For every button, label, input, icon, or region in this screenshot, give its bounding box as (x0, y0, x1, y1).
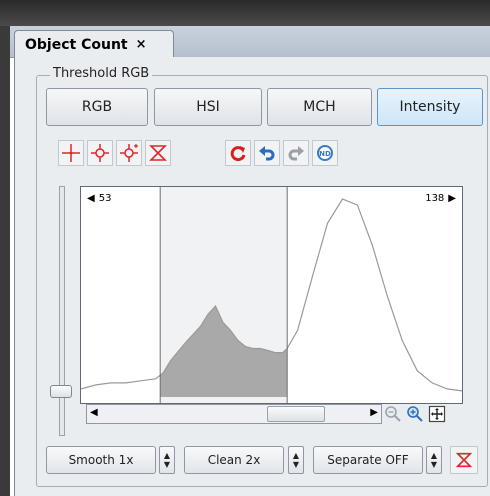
histogram-svg (81, 187, 462, 403)
separate-button[interactable]: Separate OFF (313, 446, 423, 474)
spin-down-icon[interactable]: ▼ (431, 460, 437, 469)
redo-icon (283, 140, 309, 166)
mode-button-hsi[interactable]: HSI (154, 88, 262, 126)
undo-icon[interactable] (254, 140, 280, 166)
zoom-in-icon[interactable] (405, 404, 425, 424)
fit-view-icon[interactable] (427, 404, 447, 424)
scrollbar-thumb[interactable] (267, 406, 325, 422)
refresh-icon[interactable] (225, 140, 251, 166)
zoom-out-icon (383, 404, 403, 424)
clean-button[interactable]: Clean 2x (184, 446, 284, 474)
vertical-slider[interactable] (59, 186, 65, 436)
scroll-left-icon[interactable]: ◀ (90, 407, 98, 418)
spin-down-icon[interactable]: ▼ (164, 460, 170, 469)
tab-title: Object Count (25, 36, 128, 53)
high-threshold-value: 138 (425, 193, 445, 204)
nd-icon[interactable]: ND (312, 140, 338, 166)
vertical-slider-thumb[interactable] (50, 385, 72, 398)
spin-down-icon[interactable]: ▼ (293, 460, 299, 469)
smooth-button[interactable]: Smooth 1x (46, 446, 156, 474)
smooth-spinner[interactable]: ▲ ▼ (159, 446, 175, 474)
mode-button-mch[interactable]: MCH (267, 88, 372, 126)
reset-separate-icon[interactable] (450, 446, 478, 474)
window-titlebar (0, 0, 490, 26)
tab-object-count[interactable]: Object Count × (14, 30, 174, 58)
clean-spinner[interactable]: ▲ ▼ (288, 446, 304, 474)
mode-button-intensity[interactable]: Intensity (377, 88, 483, 126)
right-arrow-icon[interactable]: ▶ (448, 193, 456, 204)
pick-color-add-icon[interactable] (116, 140, 142, 166)
mode-button-rgb[interactable]: RGB (46, 88, 148, 126)
low-threshold-readout: ◀ 53 (87, 193, 111, 204)
low-threshold-value: 53 (98, 193, 112, 204)
spin-up-icon[interactable]: ▲ (164, 451, 170, 460)
pick-color-icon[interactable] (87, 140, 113, 166)
histogram-plot[interactable]: ◀ 53 138 ▶ (80, 186, 463, 404)
clear-threshold-icon[interactable] (145, 140, 171, 166)
svg-text:ND: ND (319, 150, 331, 158)
tab-close-icon[interactable]: × (136, 37, 147, 52)
spin-up-icon[interactable]: ▲ (431, 451, 437, 460)
histogram-scrollbar[interactable]: ◀ ▶ (86, 404, 382, 424)
threshold-group-title: Threshold RGB (50, 66, 153, 81)
crosshair-icon[interactable] (58, 140, 84, 166)
window-left-edge (0, 26, 10, 496)
scroll-right-icon[interactable]: ▶ (370, 407, 378, 418)
separate-spinner[interactable]: ▲ ▼ (426, 446, 442, 474)
spin-up-icon[interactable]: ▲ (293, 451, 299, 460)
left-arrow-icon[interactable]: ◀ (87, 193, 95, 204)
high-threshold-readout: 138 ▶ (425, 193, 456, 204)
